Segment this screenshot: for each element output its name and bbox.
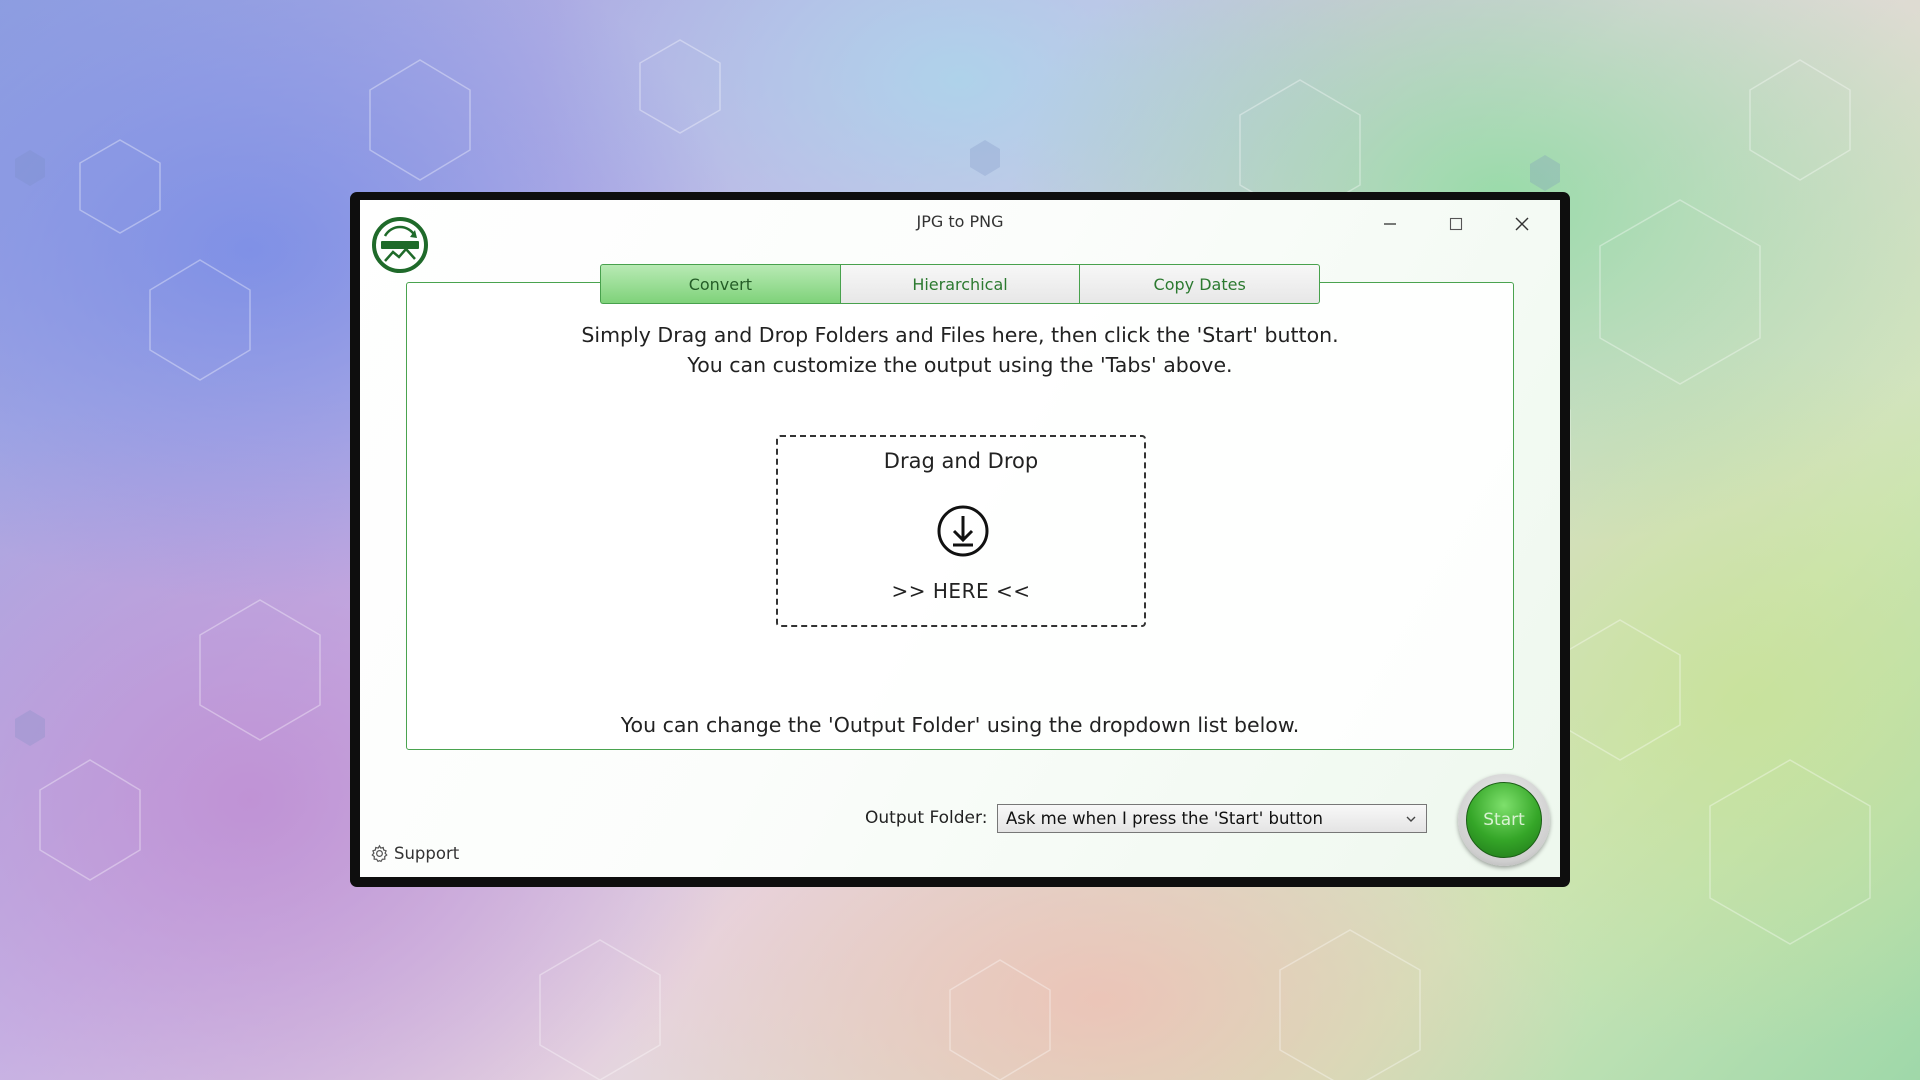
gear-icon bbox=[371, 844, 388, 863]
close-icon bbox=[1515, 217, 1529, 231]
tab-hierarchical[interactable]: Hierarchical bbox=[839, 264, 1080, 304]
maximize-icon bbox=[1449, 217, 1463, 231]
drop-panel[interactable]: Simply Drag and Drop Folders and Files h… bbox=[406, 282, 1514, 750]
close-button[interactable] bbox=[1494, 204, 1550, 244]
maximize-button[interactable] bbox=[1428, 204, 1484, 244]
tab-copy-dates[interactable]: Copy Dates bbox=[1079, 264, 1321, 304]
minimize-icon bbox=[1384, 223, 1396, 225]
app-window: JPG to PNG Convert Hierarchical Copy Dat… bbox=[350, 192, 1570, 887]
support-link[interactable]: Support bbox=[370, 844, 459, 863]
tab-convert[interactable]: Convert bbox=[600, 264, 840, 304]
start-button-label: Start bbox=[1466, 782, 1542, 858]
tab-bar: Convert Hierarchical Copy Dates bbox=[600, 264, 1321, 304]
output-folder-note: You can change the 'Output Folder' using… bbox=[620, 713, 1300, 737]
start-button[interactable]: Start bbox=[1458, 774, 1550, 866]
intro-line-1: Simply Drag and Drop Folders and Files h… bbox=[581, 323, 1339, 347]
intro-text: Simply Drag and Drop Folders and Files h… bbox=[407, 320, 1513, 380]
drop-zone-here: >> HERE << bbox=[891, 579, 1031, 603]
intro-line-2: You can customize the output using the '… bbox=[687, 353, 1233, 377]
drop-zone[interactable]: Drag and Drop >> HERE << bbox=[776, 435, 1146, 627]
support-label: Support bbox=[394, 844, 460, 863]
minimize-button[interactable] bbox=[1362, 204, 1418, 244]
drop-zone-title: Drag and Drop bbox=[883, 449, 1039, 473]
window-client-area: JPG to PNG Convert Hierarchical Copy Dat… bbox=[360, 200, 1560, 877]
output-folder-label: Output Folder: bbox=[865, 808, 988, 828]
chevron-down-icon bbox=[1406, 816, 1416, 822]
download-arrow-icon bbox=[937, 505, 989, 557]
output-folder-dropdown[interactable]: Ask me when I press the 'Start' button bbox=[997, 804, 1427, 833]
output-folder-value: Ask me when I press the 'Start' button bbox=[1006, 809, 1323, 828]
